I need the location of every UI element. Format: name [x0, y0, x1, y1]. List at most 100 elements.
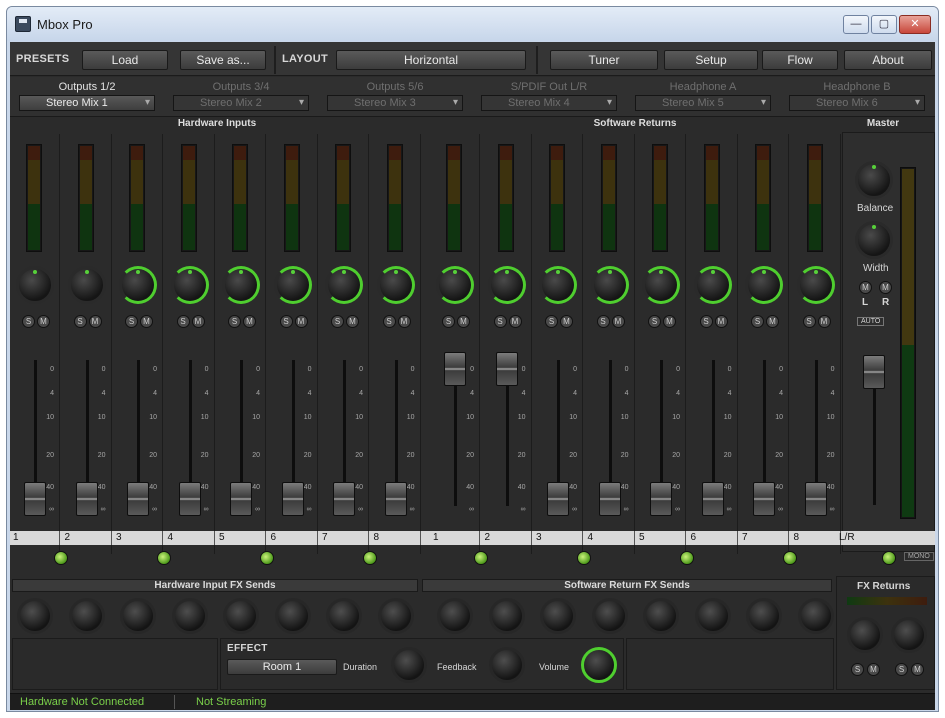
feedback-knob[interactable] [489, 647, 525, 683]
fx-send-knob[interactable] [171, 598, 208, 634]
pan-knob[interactable] [745, 266, 783, 304]
layout-select[interactable]: Horizontal [336, 50, 526, 70]
output-mix-select[interactable]: Stereo Mix 1 [19, 95, 155, 111]
fx-send-knob[interactable] [17, 598, 53, 634]
tuner-button[interactable]: Tuner [550, 50, 658, 70]
fx-send-knob[interactable] [437, 598, 473, 634]
mute-button[interactable]: M [37, 315, 50, 328]
fx-send-knob[interactable] [746, 598, 782, 634]
stereo-link-button[interactable] [363, 551, 377, 565]
stereo-link-button[interactable] [474, 551, 488, 565]
volume-fader[interactable] [547, 482, 569, 516]
fx-send-knob[interactable] [591, 598, 628, 634]
output-mix-select[interactable]: Stereo Mix 2 [173, 95, 309, 111]
volume-fader[interactable] [753, 482, 775, 516]
solo-button[interactable]: S [125, 315, 138, 328]
fx-return-right-solo-button[interactable]: S [895, 663, 908, 676]
fx-return-left-knob[interactable] [847, 617, 883, 653]
mute-button[interactable]: M [611, 315, 625, 328]
volume-fader[interactable] [24, 482, 46, 516]
pan-knob[interactable] [273, 266, 312, 304]
mute-button[interactable]: M [766, 315, 779, 328]
solo-button[interactable]: S [442, 315, 455, 328]
pan-knob[interactable] [487, 266, 526, 304]
fx-send-knob[interactable] [120, 598, 156, 634]
output-mix-select[interactable]: Stereo Mix 3 [327, 95, 463, 111]
solo-button[interactable]: S [228, 315, 241, 328]
stereo-link-button[interactable] [783, 551, 797, 565]
duration-knob[interactable] [391, 647, 427, 683]
volume-fader[interactable] [384, 482, 407, 516]
volume-fader[interactable] [444, 352, 466, 386]
fx-return-right-mute-button[interactable]: M [911, 663, 924, 676]
flow-button[interactable]: Flow [762, 50, 838, 70]
fx-return-left-mute-button[interactable]: M [867, 663, 880, 676]
pan-knob[interactable] [539, 266, 577, 304]
solo-button[interactable]: S [331, 315, 344, 328]
output-mix-select[interactable]: Stereo Mix 4 [481, 95, 617, 111]
fx-send-knob[interactable] [223, 598, 259, 634]
volume-fader[interactable] [495, 352, 518, 386]
mute-button[interactable]: M [191, 315, 205, 328]
fx-send-knob[interactable] [488, 598, 525, 634]
volume-fader[interactable] [333, 482, 355, 516]
pan-knob[interactable] [325, 266, 363, 304]
auto-button[interactable]: AUTO [857, 317, 885, 326]
fx-send-knob[interactable] [377, 598, 414, 634]
solo-button[interactable]: S [545, 315, 558, 328]
stereo-link-button[interactable] [680, 551, 694, 565]
maximize-button[interactable]: ▢ [871, 15, 897, 34]
output-mix-select[interactable]: Stereo Mix 5 [635, 95, 771, 111]
mute-button[interactable]: M [88, 315, 102, 328]
solo-button[interactable]: S [382, 315, 396, 328]
fx-send-knob[interactable] [274, 598, 311, 634]
master-fader[interactable] [863, 355, 885, 389]
pan-knob[interactable] [376, 266, 415, 304]
pan-knob[interactable] [222, 266, 260, 304]
pan-knob[interactable] [170, 266, 209, 304]
mono-button[interactable]: MONO [904, 552, 934, 561]
master-link-button[interactable] [882, 551, 896, 565]
mute-button[interactable]: M [457, 315, 470, 328]
volume-fader[interactable] [230, 482, 252, 516]
load-button[interactable]: Load [82, 50, 168, 70]
pan-knob[interactable] [16, 266, 54, 304]
master-right-mute-button[interactable]: M [879, 281, 892, 294]
volume-fader[interactable] [178, 482, 201, 516]
volume-fader[interactable] [127, 482, 149, 516]
fx-send-knob[interactable] [694, 598, 731, 634]
solo-button[interactable]: S [73, 315, 87, 328]
mute-button[interactable]: M [243, 315, 256, 328]
pan-knob[interactable] [693, 266, 732, 304]
volume-fader[interactable] [804, 482, 827, 516]
fx-send-knob[interactable] [326, 598, 362, 634]
solo-button[interactable]: S [596, 315, 610, 328]
fx-send-knob[interactable] [797, 598, 834, 634]
save-as-button[interactable]: Save as... [180, 50, 266, 70]
master-left-mute-button[interactable]: M [859, 281, 872, 294]
setup-button[interactable]: Setup [664, 50, 758, 70]
volume-fader[interactable] [598, 482, 621, 516]
mute-button[interactable]: M [663, 315, 676, 328]
stereo-link-button[interactable] [577, 551, 591, 565]
mute-button[interactable]: M [294, 315, 308, 328]
pan-knob[interactable] [796, 266, 835, 304]
close-button[interactable]: ✕ [899, 15, 931, 34]
effect-preset-select[interactable]: Room 1 [227, 659, 337, 675]
mute-button[interactable]: M [397, 315, 411, 328]
solo-button[interactable]: S [648, 315, 661, 328]
solo-button[interactable]: S [176, 315, 190, 328]
fx-return-left-solo-button[interactable]: S [851, 663, 864, 676]
mute-button[interactable]: M [508, 315, 522, 328]
pan-knob[interactable] [590, 266, 629, 304]
stereo-link-button[interactable] [260, 551, 274, 565]
fx-send-knob[interactable] [540, 598, 576, 634]
pan-knob[interactable] [642, 266, 680, 304]
balance-knob[interactable] [855, 161, 893, 199]
minimize-button[interactable]: — [843, 15, 869, 34]
width-knob[interactable] [855, 221, 893, 259]
about-button[interactable]: About [844, 50, 932, 70]
stereo-link-button[interactable] [54, 551, 68, 565]
mute-button[interactable]: M [560, 315, 573, 328]
fx-send-knob[interactable] [643, 598, 679, 634]
